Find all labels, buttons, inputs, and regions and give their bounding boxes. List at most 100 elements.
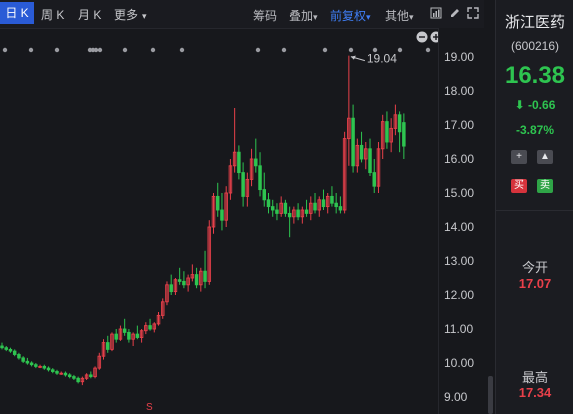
kline-chart[interactable]: 19.04 S bbox=[0, 0, 438, 414]
alert-button[interactable]: ▲ bbox=[537, 150, 553, 164]
chart-toolbar: 日 K 周 K 月 K 更多 ▾ 筹码 叠加▾ 前复权▾ 其他▾ bbox=[0, 0, 484, 29]
candle-body bbox=[194, 274, 199, 286]
price-change-value: -0.66 bbox=[528, 98, 556, 112]
candle-body bbox=[258, 165, 262, 191]
peak-price-label: 19.04 bbox=[367, 52, 397, 66]
tab-more-label: 更多 bbox=[114, 8, 139, 22]
chevron-down-icon: ▾ bbox=[366, 12, 371, 22]
candle-body bbox=[330, 195, 334, 204]
candle-body bbox=[114, 333, 118, 340]
candle-body bbox=[359, 144, 364, 160]
candle-body bbox=[34, 364, 38, 367]
candle-body bbox=[67, 374, 72, 378]
buy-button[interactable]: 买 bbox=[511, 179, 527, 193]
draw-pen-icon[interactable] bbox=[449, 7, 461, 22]
event-marker-dot bbox=[281, 47, 287, 53]
arrow-down-icon: ⬇ bbox=[514, 98, 525, 112]
other-button[interactable]: 其他▾ bbox=[385, 7, 414, 24]
expand-icon[interactable] bbox=[467, 7, 479, 22]
tab-weekly-k[interactable]: 周 K bbox=[41, 6, 64, 23]
candle-body bbox=[372, 172, 376, 187]
candle-body bbox=[304, 209, 309, 214]
candle-body bbox=[397, 114, 402, 133]
candle-body bbox=[42, 365, 47, 369]
plus-icon: + bbox=[516, 151, 522, 162]
event-marker-dot bbox=[179, 47, 185, 53]
current-price: 16.38 bbox=[504, 62, 566, 89]
candle-body bbox=[63, 372, 68, 376]
tab-monthly-k[interactable]: 月 K bbox=[78, 6, 101, 23]
candle-body bbox=[237, 151, 241, 174]
chevron-down-icon: ▾ bbox=[409, 12, 414, 22]
high-price-value: 17.34 bbox=[518, 385, 552, 400]
candle-body bbox=[12, 350, 17, 355]
candle-body bbox=[321, 199, 326, 208]
event-marker-dot bbox=[97, 47, 103, 53]
chips-button[interactable]: 筹码 bbox=[253, 7, 277, 24]
event-marker-dot bbox=[2, 47, 8, 53]
high-price-label: 最高 bbox=[521, 370, 548, 385]
event-marker-dot bbox=[54, 47, 60, 53]
open-price-value: 17.07 bbox=[518, 276, 552, 291]
chevron-down-icon: ▾ bbox=[313, 12, 318, 22]
candle-body bbox=[270, 206, 275, 211]
y-axis-tick-label: 10.00 bbox=[444, 356, 475, 370]
candle-body bbox=[17, 354, 21, 359]
event-marker-dot bbox=[425, 47, 431, 53]
price-change: ⬇ -0.66 bbox=[496, 98, 573, 112]
event-marker-dot bbox=[93, 47, 99, 53]
candle-body bbox=[254, 158, 258, 167]
candle-body bbox=[385, 121, 389, 143]
candle-body bbox=[25, 360, 30, 364]
y-axis-tick-label: 11.00 bbox=[444, 322, 474, 336]
bell-icon: ▲ bbox=[540, 151, 550, 162]
candle-body bbox=[135, 333, 140, 338]
candle-body bbox=[46, 367, 51, 371]
candle-body bbox=[89, 374, 93, 378]
sell-button[interactable]: 卖 bbox=[537, 179, 553, 193]
candle-body bbox=[169, 284, 173, 293]
stock-name: 浙江医药 bbox=[504, 14, 565, 31]
candle-body bbox=[275, 209, 279, 214]
candle-body bbox=[182, 280, 186, 286]
other-label: 其他 bbox=[385, 9, 410, 23]
add-watchlist-button[interactable]: + bbox=[511, 150, 527, 164]
tab-daily-k[interactable]: 日 K bbox=[0, 2, 34, 24]
adjust-button[interactable]: 前复权▾ bbox=[330, 7, 371, 24]
y-axis-tick-label: 9.00 bbox=[444, 390, 468, 404]
event-marker-dot bbox=[397, 47, 403, 53]
candle-body bbox=[148, 325, 152, 330]
event-marker-dot bbox=[28, 47, 34, 53]
layout-icon[interactable] bbox=[430, 7, 442, 22]
tab-more[interactable]: 更多 ▾ bbox=[114, 6, 147, 23]
candle-body bbox=[127, 331, 131, 340]
scrollbar[interactable] bbox=[488, 376, 493, 414]
sell-signal-marker: S bbox=[146, 402, 153, 413]
y-axis-tick-label: 19.00 bbox=[444, 50, 475, 64]
candle-body bbox=[402, 122, 406, 147]
overlay-button[interactable]: 叠加▾ bbox=[289, 7, 318, 24]
adjust-label: 前复权 bbox=[330, 9, 367, 23]
candle-body bbox=[4, 347, 8, 350]
candle-body bbox=[29, 362, 34, 366]
event-marker-dot bbox=[122, 47, 128, 53]
candle-body bbox=[368, 148, 372, 174]
zoom-out-icon[interactable] bbox=[416, 31, 428, 46]
y-axis-tick-label: 12.00 bbox=[444, 288, 475, 302]
candle-body bbox=[72, 376, 76, 379]
stock-code: (600216) bbox=[510, 39, 560, 53]
panel-divider bbox=[496, 210, 573, 211]
candle-body bbox=[76, 377, 80, 383]
candle-body bbox=[241, 172, 245, 197]
event-marker-dot bbox=[150, 47, 156, 53]
candle-body bbox=[220, 209, 224, 221]
candle-body bbox=[338, 206, 343, 211]
candle-body bbox=[266, 199, 271, 208]
candle-body bbox=[334, 202, 338, 208]
event-marker-dot bbox=[322, 47, 328, 53]
y-axis-tick-label: 15.00 bbox=[444, 186, 475, 200]
candle-body bbox=[287, 212, 292, 218]
candle-body bbox=[262, 189, 267, 201]
candle-body bbox=[122, 328, 127, 333]
stock-info-panel: 浙江医药 (600216) 16.38 ⬇ -0.66 -3.87% + ▲ 买… bbox=[495, 0, 573, 414]
